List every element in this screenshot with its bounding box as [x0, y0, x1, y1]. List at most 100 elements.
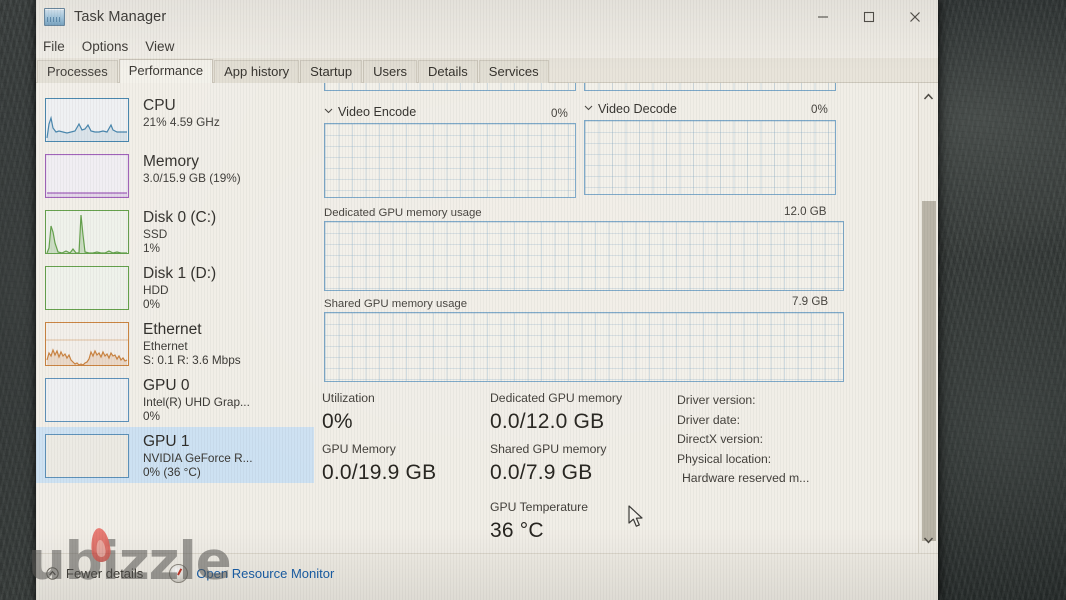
- graph-copy-clipped: [584, 83, 836, 91]
- shared-memory-value: 0.0/7.9 GB: [490, 461, 593, 484]
- ethernet-stat: S: 0.1 R: 3.6 Mbps: [143, 353, 241, 367]
- gpu-temperature-value: 36 °C: [490, 519, 544, 542]
- tab-app-history[interactable]: App history: [214, 60, 300, 83]
- gpu0-thumbnail-graph: [45, 378, 129, 422]
- video-encode-label: Video Encode: [338, 105, 417, 119]
- directx-version-label: DirectX version:: [677, 432, 764, 446]
- tab-details[interactable]: Details: [418, 60, 478, 83]
- dedicated-memory-graph: [324, 221, 844, 291]
- memory-stat: 3.0/15.9 GB (19%): [143, 171, 241, 185]
- chevron-down-icon[interactable]: [584, 101, 593, 111]
- sidebar-item-ethernet[interactable]: Ethernet Ethernet S: 0.1 R: 3.6 Mbps: [36, 315, 314, 371]
- ethernet-type: Ethernet: [143, 339, 188, 353]
- window-controls: [800, 0, 938, 34]
- disk0-type: SSD: [143, 227, 168, 241]
- hardware-reserved-label: Hardware reserved m...: [682, 471, 810, 485]
- graph-3d-clipped: [324, 83, 576, 91]
- scroll-down-icon[interactable]: [919, 530, 938, 549]
- open-resource-monitor-link[interactable]: Open Resource Monitor: [169, 563, 335, 583]
- sidebar-item-disk1[interactable]: Disk 1 (D:) HDD 0%: [36, 259, 314, 315]
- sidebar-item-gpu1[interactable]: GPU 1 NVIDIA GeForce R... 0% (36 °C): [36, 427, 314, 483]
- dedicated-memory-label: Dedicated GPU memory: [490, 391, 623, 405]
- sidebar-item-gpu1-text: GPU 1 NVIDIA GeForce R... 0% (36 °C): [143, 432, 252, 479]
- memory-title: Memory: [143, 153, 199, 170]
- scroll-up-icon[interactable]: [919, 87, 938, 106]
- disk1-stat: 0%: [143, 297, 161, 311]
- detail-scrollbar[interactable]: [918, 83, 938, 553]
- menu-item-view[interactable]: View: [145, 39, 174, 54]
- chevron-up-circle-icon: [46, 566, 59, 580]
- tab-startup[interactable]: Startup: [300, 60, 363, 83]
- menu-bar: File Options View: [36, 34, 938, 58]
- sidebar-item-gpu0[interactable]: GPU 0 Intel(R) UHD Grap... 0%: [36, 371, 314, 427]
- cpu-title: CPU: [143, 97, 176, 114]
- disk0-title: Disk 0 (C:): [143, 209, 217, 226]
- gpu1-stat: 0% (36 °C): [143, 465, 201, 479]
- gpu0-model: Intel(R) UHD Grap...: [143, 395, 250, 409]
- video-decode-graph: [584, 120, 836, 195]
- utilization-label: Utilization: [322, 391, 375, 405]
- video-decode-label: Video Decode: [598, 102, 677, 116]
- resource-sidebar: CPU 21% 4.59 GHz Memory 3.0/15.9 GB (19%…: [36, 83, 314, 553]
- driver-version-label: Driver version:: [677, 393, 756, 407]
- menu-item-options[interactable]: Options: [82, 39, 129, 54]
- tab-services[interactable]: Services: [478, 60, 549, 83]
- ethernet-title: Ethernet: [143, 321, 202, 338]
- shared-memory-graph: [324, 312, 844, 382]
- sidebar-item-cpu[interactable]: CPU 21% 4.59 GHz: [36, 91, 314, 147]
- gpu0-stat: 0%: [143, 409, 161, 423]
- physical-location-label: Physical location:: [677, 451, 772, 466]
- gpu1-thumbnail-graph: [45, 434, 129, 478]
- close-icon[interactable]: [892, 0, 938, 34]
- shared-memory-graph-max: 7.9 GB: [792, 295, 829, 308]
- sidebar-item-disk1-text: Disk 1 (D:) HDD 0%: [143, 264, 216, 311]
- tab-users[interactable]: Users: [363, 60, 418, 83]
- disk1-type: HDD: [143, 283, 169, 297]
- video-decode-header[interactable]: Video Decode: [584, 102, 677, 116]
- maximize-icon[interactable]: [846, 0, 892, 34]
- performance-body: CPU 21% 4.59 GHz Memory 3.0/15.9 GB (19%…: [36, 83, 938, 553]
- disk0-thumbnail-graph: [45, 210, 129, 254]
- chevron-down-icon[interactable]: [324, 104, 333, 114]
- sidebar-item-ethernet-text: Ethernet Ethernet S: 0.1 R: 3.6 Mbps: [143, 320, 241, 367]
- gpu-temperature-label: GPU Temperature: [490, 500, 588, 514]
- video-decode-value: 0%: [811, 103, 828, 116]
- task-manager-icon: [44, 8, 65, 26]
- gpu1-model: NVIDIA GeForce R...: [143, 451, 253, 465]
- shared-memory-graph-label: Shared GPU memory usage: [324, 298, 468, 310]
- ethernet-thumbnail-graph: [45, 322, 129, 366]
- disk0-stat: 1%: [143, 241, 161, 255]
- fewer-details-button[interactable]: Fewer details: [46, 566, 143, 581]
- tab-performance[interactable]: Performance: [118, 59, 214, 83]
- gpu-detail-pane: Video Encode 0% Video Decode 0% Dedicate…: [314, 83, 938, 553]
- shared-memory-label: Shared GPU memory: [490, 442, 607, 456]
- menu-item-file[interactable]: File: [43, 39, 65, 54]
- resource-monitor-icon: [169, 563, 189, 583]
- gpu-memory-label: GPU Memory: [322, 442, 396, 456]
- sidebar-item-disk0-text: Disk 0 (C:) SSD 1%: [143, 208, 216, 255]
- open-resource-monitor-label: Open Resource Monitor: [196, 565, 335, 581]
- disk1-title: Disk 1 (D:): [143, 265, 217, 282]
- status-bar: Fewer details Open Resource Monitor: [36, 553, 938, 592]
- minimize-icon[interactable]: [800, 0, 846, 34]
- dedicated-memory-value: 0.0/12.0 GB: [490, 410, 605, 433]
- driver-date-label: Driver date:: [677, 412, 740, 427]
- sidebar-item-gpu0-text: GPU 0 Intel(R) UHD Grap... 0%: [143, 376, 250, 423]
- sidebar-item-memory-text: Memory 3.0/15.9 GB (19%): [143, 152, 241, 185]
- stats-column-info: Driver version: Driver date: DirectX ver…: [677, 391, 809, 489]
- cpu-thumbnail-graph: [45, 98, 129, 142]
- tab-processes[interactable]: Processes: [37, 60, 118, 83]
- dedicated-memory-graph-max: 12.0 GB: [784, 205, 827, 218]
- sidebar-item-cpu-text: CPU 21% 4.59 GHz: [143, 96, 220, 129]
- fewer-details-label: Fewer details: [66, 565, 144, 581]
- stats-column-middle: Dedicated GPU memory 0.0/12.0 GB Shared …: [490, 390, 622, 545]
- task-manager-window: Task Manager File Options View Processes…: [36, 0, 938, 600]
- video-encode-header[interactable]: Video Encode: [324, 105, 416, 119]
- stats-column-left: Utilization 0% GPU Memory 0.0/19.9 GB: [322, 390, 436, 487]
- title-bar: Task Manager: [36, 0, 938, 34]
- sidebar-item-disk0[interactable]: Disk 0 (C:) SSD 1%: [36, 203, 314, 259]
- scrollbar-thumb[interactable]: [922, 201, 936, 541]
- sidebar-item-memory[interactable]: Memory 3.0/15.9 GB (19%): [36, 147, 314, 203]
- dedicated-memory-graph-label: Dedicated GPU memory usage: [324, 207, 482, 219]
- window-title: Task Manager: [74, 9, 167, 25]
